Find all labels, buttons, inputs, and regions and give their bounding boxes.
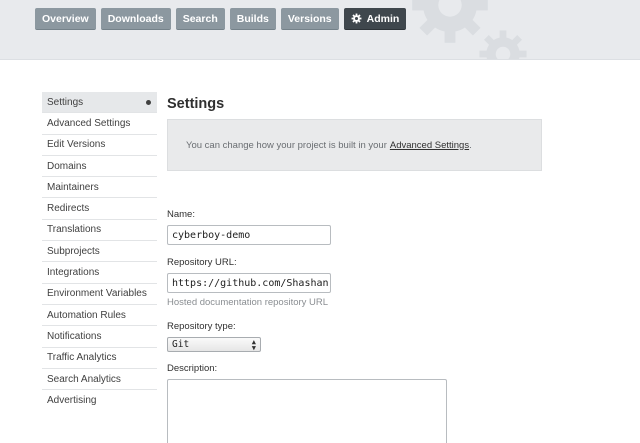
nav-admin-label: Admin [366,12,400,25]
sidebar-item-environment-variables[interactable]: Environment Variables [42,284,157,305]
repository-type-value: Git [172,339,190,350]
advanced-settings-notice: You can change how your project is built… [167,119,542,171]
sidebar-item-label: Traffic Analytics [47,352,117,364]
nav-downloads-button[interactable]: Downloads [100,8,171,30]
nav-admin-button[interactable]: Admin [343,8,407,30]
notice-text: You can change how your project is built… [186,139,387,151]
select-arrows-icon: ▲ ▼ [251,337,256,352]
description-textarea[interactable] [167,379,447,443]
notice-end: . [469,139,472,151]
admin-sidebar: Settings Advanced Settings Edit Versions… [42,92,157,411]
name-input[interactable]: cyberboy-demo [167,225,331,245]
name-label: Name: [167,209,195,220]
repository-url-label: Repository URL: [167,257,237,268]
sidebar-item-label: Edit Versions [47,139,106,151]
nav-versions-button[interactable]: Versions [280,8,339,30]
gear-icon [351,13,362,24]
repository-url-input[interactable]: https://github.com/Shashan [167,273,331,293]
page-title: Settings [167,96,225,112]
sidebar-item-redirects[interactable]: Redirects [42,198,157,220]
repository-url-help: Hosted documentation repository URL [167,297,329,308]
advanced-settings-link[interactable]: Advanced Settings [390,140,469,151]
sidebar-item-advertising[interactable]: Advertising [42,390,157,411]
sidebar-item-notifications[interactable]: Notifications [42,326,157,348]
gear-decoration-icon [479,30,527,59]
project-nav: Overview Downloads Search Builds Version… [35,8,407,30]
sidebar-item-automation-rules[interactable]: Automation Rules [42,305,157,327]
nav-builds-button[interactable]: Builds [229,8,276,30]
repository-type-label: Repository type: [167,321,236,332]
sidebar-item-label: Advanced Settings [47,117,131,129]
sidebar-item-label: Advertising [47,395,97,407]
sidebar-item-translations[interactable]: Translations [42,220,157,242]
sidebar-item-label: Settings [47,96,84,108]
sidebar-item-label: Environment Variables [47,288,147,300]
repository-type-select[interactable]: Git ▲ ▼ [167,337,261,352]
nav-overview-button[interactable]: Overview [35,8,96,30]
sidebar-item-label: Domains [47,160,87,172]
sidebar-item-integrations[interactable]: Integrations [42,262,157,284]
sidebar-item-settings[interactable]: Settings [42,92,157,114]
sidebar-item-label: Search Analytics [47,373,121,385]
sidebar-item-advanced-settings[interactable]: Advanced Settings [42,113,157,135]
settings-main: Settings You can change how your project… [167,92,547,443]
sidebar-item-label: Notifications [47,330,102,342]
nav-search-button[interactable]: Search [175,8,225,30]
description-label: Description: [167,363,218,374]
sidebar-item-maintainers[interactable]: Maintainers [42,177,157,199]
sidebar-item-subprojects[interactable]: Subprojects [42,241,157,263]
sidebar-item-label: Automation Rules [47,309,126,321]
sidebar-item-label: Translations [47,224,102,236]
sidebar-item-label: Maintainers [47,181,99,193]
active-indicator-icon [146,99,151,105]
sidebar-item-label: Subprojects [47,245,100,257]
top-header-band: Overview Downloads Search Builds Version… [0,0,640,60]
sidebar-item-edit-versions[interactable]: Edit Versions [42,135,157,156]
sidebar-item-label: Integrations [47,267,100,279]
sidebar-item-domains[interactable]: Domains [42,156,157,178]
sidebar-item-search-analytics[interactable]: Search Analytics [42,369,157,391]
sidebar-item-traffic-analytics[interactable]: Traffic Analytics [42,348,157,369]
sidebar-item-label: Redirects [47,203,90,215]
